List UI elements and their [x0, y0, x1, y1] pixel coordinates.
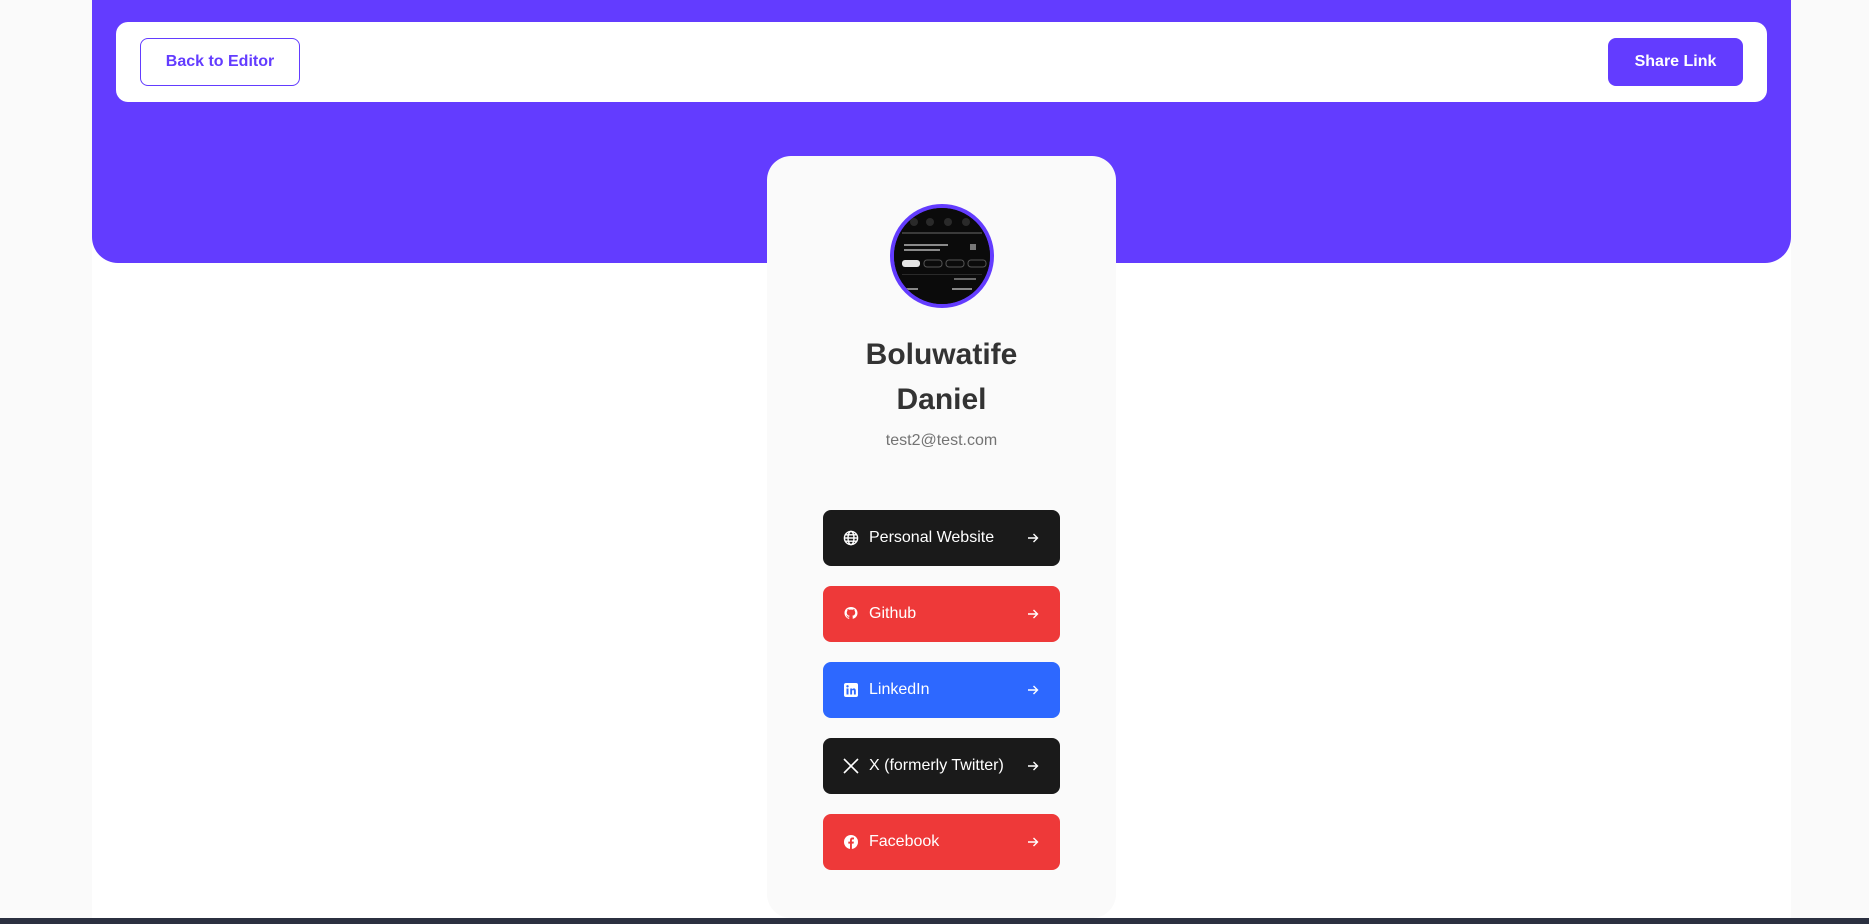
link-label: Personal Website [869, 529, 995, 546]
link-personal-website[interactable]: Personal Website [823, 510, 1060, 566]
github-icon [842, 605, 860, 623]
avatar-screenshot-image [894, 208, 990, 304]
facebook-icon [842, 833, 860, 851]
arrow-right-icon [1026, 835, 1040, 849]
preview-navbar: Back to Editor Share Link [116, 22, 1767, 102]
link-github[interactable]: Github [823, 586, 1060, 642]
arrow-right-icon [1026, 607, 1040, 621]
link-label: X (formerly Twitter) [869, 757, 1004, 774]
link-list: Personal Website Github LinkedIn X (form… [823, 510, 1060, 890]
arrow-right-icon [1026, 683, 1040, 697]
link-facebook[interactable]: Facebook [823, 814, 1060, 870]
link-x-twitter[interactable]: X (formerly Twitter) [823, 738, 1060, 794]
x-icon [842, 757, 860, 775]
link-label: Github [869, 605, 917, 622]
globe-icon [842, 529, 860, 547]
link-label: LinkedIn [869, 681, 930, 698]
profile-first-name: Boluwatife [865, 338, 1018, 371]
avatar [890, 204, 994, 308]
preview-page: Back to Editor Share Link Boluwatife Dan… [0, 0, 1869, 924]
profile-last-name: Daniel [896, 383, 987, 416]
arrow-right-icon [1026, 759, 1040, 773]
profile-card: Boluwatife Daniel test2@test.com Persona… [767, 156, 1116, 918]
link-linkedin[interactable]: LinkedIn [823, 662, 1060, 718]
profile-email: test2@test.com [885, 432, 998, 449]
arrow-right-icon [1026, 531, 1040, 545]
link-label: Facebook [869, 833, 940, 850]
linkedin-icon [842, 681, 860, 699]
profile-name: Boluwatife Daniel [767, 332, 1116, 422]
share-link-button[interactable]: Share Link [1608, 38, 1743, 86]
os-taskbar-edge [0, 918, 1869, 924]
back-to-editor-button[interactable]: Back to Editor [140, 38, 300, 86]
